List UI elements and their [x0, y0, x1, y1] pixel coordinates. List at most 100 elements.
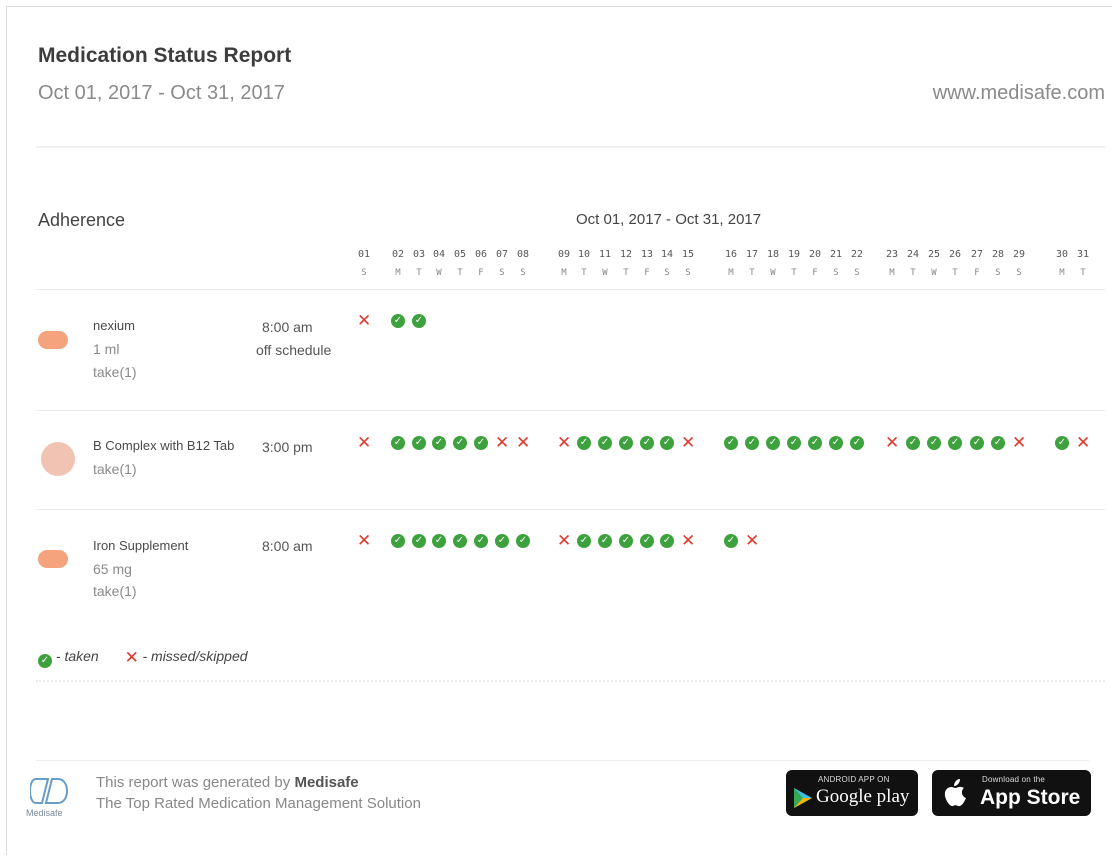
day-of-week: M [1059, 268, 1065, 278]
capsule-pill-icon [38, 331, 68, 349]
day-of-week: S [685, 268, 691, 278]
check-icon: ✓ [412, 436, 426, 450]
day-number: 05 [453, 249, 467, 260]
cross-icon: ✕ [885, 433, 900, 452]
day-number: 12 [619, 249, 633, 260]
day-of-week: M [728, 268, 734, 278]
logo-text: Medisafe [26, 808, 63, 818]
footer-tagline: The Top Rated Medication Management Solu… [96, 795, 421, 812]
day-of-week: F [812, 268, 818, 278]
medication-time: 8:00 am [262, 319, 313, 335]
day-number: 21 [829, 249, 843, 260]
day-number: 17 [745, 249, 759, 260]
google-play-big-text: Google play [816, 786, 910, 807]
check-icon: ✓ [432, 436, 446, 450]
medication-dose: 65 mg [93, 561, 132, 577]
day-of-week: S [361, 268, 367, 278]
header-divider [36, 146, 1105, 148]
day-of-week: T [581, 268, 587, 278]
check-icon: ✓ [412, 534, 426, 548]
day-of-week: S [499, 268, 505, 278]
day-of-week: M [561, 268, 567, 278]
legend-taken: ✓ - taken [38, 648, 99, 668]
check-icon: ✓ [640, 534, 654, 548]
check-icon: ✓ [598, 534, 612, 548]
legend-taken-label: - taken [55, 648, 99, 664]
check-icon: ✓ [640, 436, 654, 450]
round-pill-icon [41, 442, 75, 476]
app-store-badge[interactable]: Download on the App Store [932, 770, 1091, 816]
check-icon: ✓ [391, 534, 405, 548]
cross-icon: ✕ [357, 433, 372, 452]
legend: ✓ - taken ✕ - missed/skipped [38, 648, 270, 668]
grid-date-range: Oct 01, 2017 - Oct 31, 2017 [576, 211, 762, 228]
day-number: 29 [1012, 249, 1026, 260]
day-number: 13 [640, 249, 654, 260]
app-store-small-text: Download on the [982, 775, 1046, 784]
medication-note: off schedule [256, 342, 332, 358]
day-of-week: T [416, 268, 422, 278]
day-of-week: W [770, 268, 776, 278]
day-number: 19 [787, 249, 801, 260]
row-separator [36, 289, 1105, 290]
day-of-week: S [833, 268, 839, 278]
cross-icon: ✕ [1076, 433, 1091, 452]
check-icon: ✓ [474, 436, 488, 450]
day-of-week: F [974, 268, 980, 278]
day-number: 20 [808, 249, 822, 260]
report-title: Medication Status Report [38, 44, 292, 67]
check-icon: ✓ [724, 436, 738, 450]
row-separator [36, 509, 1105, 510]
cross-icon: ✕ [357, 531, 372, 550]
day-number: 18 [766, 249, 780, 260]
cross-icon: ✕ [681, 531, 696, 550]
footer-prefix: This report was generated by [96, 774, 291, 791]
check-icon: ✓ [906, 436, 920, 450]
day-number: 11 [598, 249, 612, 260]
day-number: 25 [927, 249, 941, 260]
check-icon: ✓ [619, 436, 633, 450]
day-of-week: T [791, 268, 797, 278]
check-icon: ✓ [660, 436, 674, 450]
day-of-week: F [644, 268, 650, 278]
check-icon: ✓ [850, 436, 864, 450]
check-icon: ✓ [516, 534, 530, 548]
check-icon: ✓ [787, 436, 801, 450]
cross-icon: ✕ [557, 433, 572, 452]
check-icon: ✓ [453, 436, 467, 450]
cross-icon: ✕ [124, 648, 139, 667]
day-of-week: T [1080, 268, 1086, 278]
check-icon: ✓ [38, 654, 52, 668]
legend-missed-label: - missed/skipped [142, 648, 248, 664]
cross-icon: ✕ [681, 433, 696, 452]
check-icon: ✓ [453, 534, 467, 548]
report-website[interactable]: www.medisafe.com [933, 82, 1105, 105]
cross-icon: ✕ [516, 433, 531, 452]
day-number: 03 [412, 249, 426, 260]
cross-icon: ✕ [357, 311, 372, 330]
google-play-badge[interactable]: ANDROID APP ON Google play [786, 770, 918, 816]
medication-time: 8:00 am [262, 538, 313, 554]
cross-icon: ✕ [1012, 433, 1027, 452]
day-of-week: M [395, 268, 401, 278]
report-frame [6, 6, 1112, 855]
day-number: 09 [557, 249, 571, 260]
day-number: 22 [850, 249, 864, 260]
day-number: 10 [577, 249, 591, 260]
footer-divider [36, 760, 1089, 761]
day-of-week: S [854, 268, 860, 278]
medication-name: Iron Supplement [93, 538, 189, 553]
check-icon: ✓ [577, 436, 591, 450]
medication-time: 3:00 pm [262, 439, 313, 455]
medication-name: nexium [93, 318, 135, 333]
day-of-week: S [1016, 268, 1022, 278]
day-of-week: W [931, 268, 937, 278]
check-icon: ✓ [495, 534, 509, 548]
medisafe-logo: Medisafe [26, 776, 70, 820]
day-number: 31 [1076, 249, 1090, 260]
day-number: 06 [474, 249, 488, 260]
check-icon: ✓ [619, 534, 633, 548]
footer-brand: Medisafe [294, 774, 359, 791]
medication-take: take(1) [93, 583, 137, 599]
day-number: 14 [660, 249, 674, 260]
